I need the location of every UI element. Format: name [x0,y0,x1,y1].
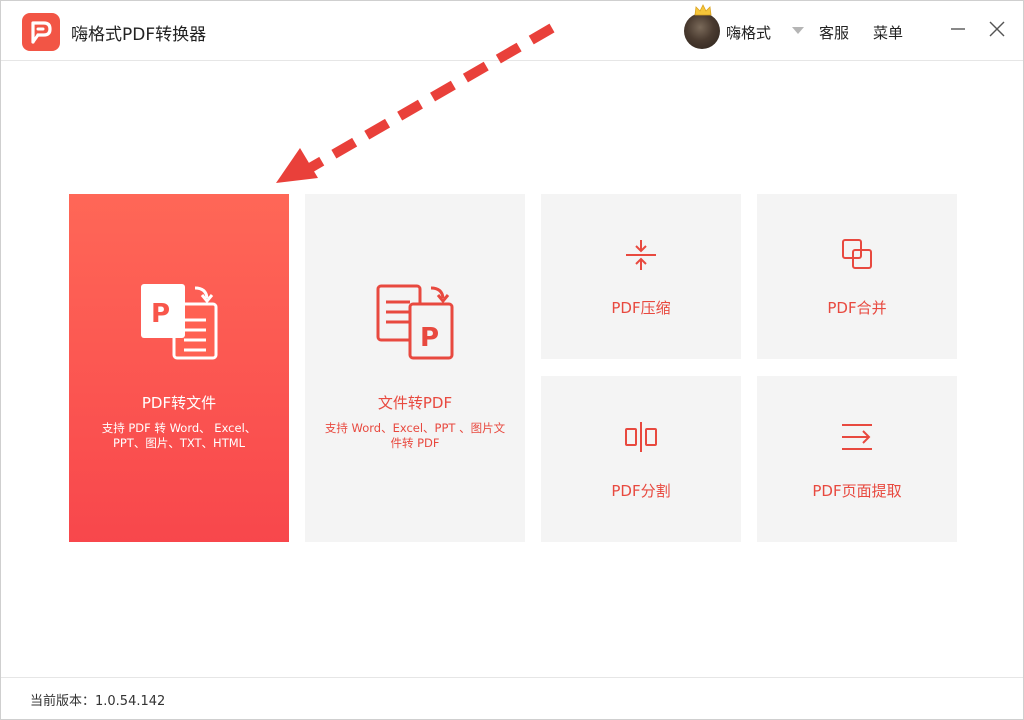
card-title: PDF压缩 [611,299,671,317]
merge-icon [842,239,872,269]
card-desc-line: 支持 PDF 转 Word、 Excel、 [101,421,257,435]
card-title: PDF转文件 [141,394,217,412]
app-logo-icon [22,13,60,51]
customer-service-link[interactable]: 客服 [819,22,849,43]
card-desc-line: 支持 Word、Excel、PPT 、图片文 [324,421,506,435]
crown-icon [694,4,712,16]
user-avatar[interactable] [684,13,720,49]
card-description: 支持 Word、Excel、PPT 、图片文 件转 PDF [319,421,511,451]
minimize-icon[interactable] [948,19,968,39]
pdf-compress-card[interactable]: PDF压缩 [541,194,741,359]
card-title: PDF页面提取 [812,482,902,500]
card-description: 支持 PDF 转 Word、 Excel、 PPT、图片、TXT、HTML [93,421,265,451]
card-desc-line: PPT、图片、TXT、HTML [112,436,246,450]
svg-text:P: P [151,299,170,329]
pdf-merge-card[interactable]: PDF合并 [757,194,957,359]
close-icon[interactable] [987,19,1007,39]
menu-link[interactable]: 菜单 [873,22,903,43]
compress-icon [626,240,656,270]
pdf-to-file-card[interactable]: P PDF转文件 支持 PDF 转 Word、 Excel、 PPT、图片、TX… [69,194,289,542]
file-to-pdf-icon: P [376,284,454,360]
app-title: 嗨格式PDF转换器 [71,25,207,45]
card-desc-line: 件转 PDF [390,436,440,450]
title-bar: 嗨格式PDF转换器 嗨格式 客服 菜单 [1,1,1023,61]
card-title: 文件转PDF [377,394,453,412]
card-title: PDF合并 [827,299,887,317]
status-bar: 当前版本：1.0.54.142 [1,677,1023,719]
pdf-split-card[interactable]: PDF分割 [541,376,741,542]
version-label: 当前版本：1.0.54.142 [30,694,166,709]
app-window: 嗨格式PDF转换器 嗨格式 客服 菜单 P PDF转文件 支持 PDF 转 Wo… [0,0,1024,720]
svg-text:P: P [420,323,439,353]
file-to-pdf-card[interactable]: P 文件转PDF 支持 Word、Excel、PPT 、图片文 件转 PDF [305,194,525,542]
pdf-extract-card[interactable]: PDF页面提取 [757,376,957,542]
split-icon [625,422,657,452]
username[interactable]: 嗨格式 [726,22,771,43]
extract-icon [842,424,872,450]
card-title: PDF分割 [611,482,671,500]
pdf-to-file-icon: P [141,284,218,360]
chevron-down-icon[interactable] [792,27,804,34]
